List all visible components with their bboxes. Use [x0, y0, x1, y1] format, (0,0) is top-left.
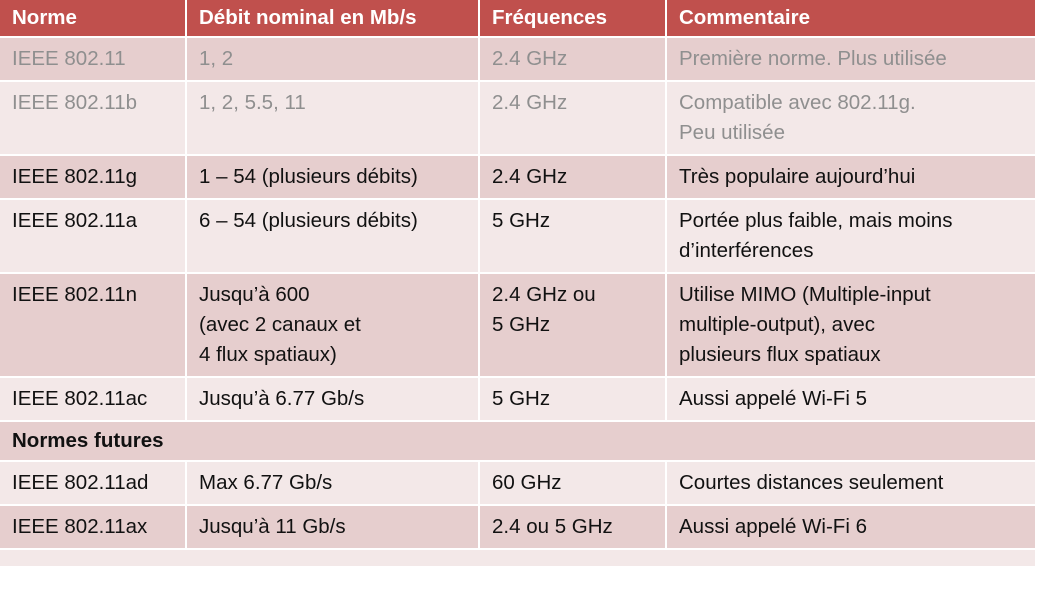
- cell-debit: 1, 2, 5.5, 11: [185, 81, 480, 156]
- cell-frequences-line: 2.4 ou 5 GHz: [492, 515, 613, 538]
- cell-debit-line: 1 – 54 (plusieurs débits): [199, 165, 418, 188]
- cell-frequences-line: 2.4 GHz: [492, 165, 568, 188]
- wifi-standards-table: Norme Débit nominal en Mb/s Fréquences C…: [0, 0, 1035, 550]
- cell-norme: IEEE 802.11g: [0, 155, 187, 200]
- cell-debit-line: 4 flux spatiaux): [199, 343, 337, 366]
- table-row: IEEE 802.11g 1 – 54 (plusieurs débits) 2.4…: [0, 155, 1035, 200]
- cell-commentaire-line: Courtes distances seulement: [679, 471, 944, 494]
- cell-debit: Jusqu’à 11 Gb/s: [185, 505, 480, 550]
- cell-frequences-line: 2.4 GHz: [492, 91, 568, 114]
- cell-commentaire-line: Utilise MIMO (Multiple-input: [679, 283, 931, 306]
- cell-debit-line: 1, 2: [199, 47, 234, 70]
- cell-debit: Jusqu’à 600 (avec 2 canaux et 4 flux spati…: [185, 273, 480, 378]
- cell-debit-line: 1, 2, 5.5, 11: [199, 91, 306, 114]
- cell-commentaire-line: multiple-output), avec: [679, 313, 875, 336]
- cell-frequences: 60 GHz: [478, 461, 667, 506]
- cell-commentaire: Portée plus faible, mais moins d’interfér…: [665, 199, 1035, 274]
- table-row: IEEE 802.11ad Max 6.77 Gb/s 60 GHz Courtes …: [0, 461, 1035, 506]
- cell-debit-line: (avec 2 canaux et: [199, 313, 361, 336]
- cell-frequences-line: 5 GHz: [492, 209, 551, 232]
- cell-commentaire-line: plusieurs flux spatiaux: [679, 343, 881, 366]
- cell-norme: IEEE 802.11n: [0, 273, 187, 378]
- table-row: IEEE 802.11 1, 2 2.4 GHz Première norme. Pl…: [0, 37, 1035, 82]
- cell-frequences-line: 5 GHz: [492, 313, 551, 336]
- header-commentaire: Commentaire: [665, 0, 1035, 38]
- cell-norme: IEEE 802.11b: [0, 81, 187, 156]
- cell-frequences: 2.4 GHz ou 5 GHz: [478, 273, 667, 378]
- table-row: IEEE 802.11ac Jusqu’à 6.77 Gb/s 5 GHz Aussi…: [0, 377, 1035, 422]
- cell-commentaire-line: Première norme. Plus utilisée: [679, 47, 947, 70]
- cell-norme: IEEE 802.11ac: [0, 377, 187, 422]
- cell-frequences: 2.4 ou 5 GHz: [478, 505, 667, 550]
- cell-commentaire-line: Aussi appelé Wi-Fi 6: [679, 515, 867, 538]
- cell-commentaire: Aussi appelé Wi-Fi 5: [665, 377, 1035, 422]
- cell-debit: Max 6.77 Gb/s: [185, 461, 480, 506]
- section-row-future: Normes futures: [0, 421, 1035, 462]
- cell-norme: IEEE 802.11ad: [0, 461, 187, 506]
- cell-frequences: 2.4 GHz: [478, 155, 667, 200]
- cell-frequences: 2.4 GHz: [478, 37, 667, 82]
- cell-frequences: 2.4 GHz: [478, 81, 667, 156]
- cell-norme: IEEE 802.11: [0, 37, 187, 82]
- header-row: Norme Débit nominal en Mb/s Fréquences C…: [0, 0, 1035, 38]
- cell-frequences: 5 GHz: [478, 199, 667, 274]
- cell-debit: 1, 2: [185, 37, 480, 82]
- cell-commentaire: Aussi appelé Wi-Fi 6: [665, 505, 1035, 550]
- cell-debit-line: Jusqu’à 600: [199, 283, 310, 306]
- cell-debit: Jusqu’à 6.77 Gb/s: [185, 377, 480, 422]
- cell-commentaire: Compatible avec 802.11g. Peu utilisée: [665, 81, 1035, 156]
- cell-frequences-line: 60 GHz: [492, 471, 562, 494]
- table-row: IEEE 802.11b 1, 2, 5.5, 11 2.4 GHz Compatib…: [0, 81, 1035, 156]
- cell-commentaire: Première norme. Plus utilisée: [665, 37, 1035, 82]
- cell-commentaire-line: Portée plus faible, mais moins: [679, 209, 953, 232]
- header-frequences: Fréquences: [478, 0, 667, 38]
- cell-debit: 1 – 54 (plusieurs débits): [185, 155, 480, 200]
- section-label: Normes futures: [0, 421, 1035, 462]
- header-norme: Norme: [0, 0, 187, 38]
- table-bottom-band: [0, 550, 1035, 566]
- cell-debit-line: Jusqu’à 6.77 Gb/s: [199, 387, 365, 410]
- cell-norme: IEEE 802.11ax: [0, 505, 187, 550]
- table-row: IEEE 802.11ax Jusqu’à 11 Gb/s 2.4 ou 5 GHz…: [0, 505, 1035, 550]
- cell-commentaire-line: Peu utilisée: [679, 121, 785, 144]
- table-row: IEEE 802.11n Jusqu’à 600 (avec 2 canaux et…: [0, 273, 1035, 378]
- cell-commentaire-line: Compatible avec 802.11g.: [679, 91, 916, 114]
- cell-commentaire-line: Aussi appelé Wi-Fi 5: [679, 387, 867, 410]
- cell-debit: 6 – 54 (plusieurs débits): [185, 199, 480, 274]
- header-debit: Débit nominal en Mb/s: [185, 0, 480, 38]
- table-header: Norme Débit nominal en Mb/s Fréquences C…: [0, 0, 1035, 38]
- cell-norme: IEEE 802.11a: [0, 199, 187, 274]
- cell-debit-line: 6 – 54 (plusieurs débits): [199, 209, 418, 232]
- cell-frequences-line: 2.4 GHz: [492, 47, 568, 70]
- cell-commentaire: Courtes distances seulement: [665, 461, 1035, 506]
- cell-commentaire-line: Très populaire aujourd’hui: [679, 165, 916, 188]
- cell-commentaire: Très populaire aujourd’hui: [665, 155, 1035, 200]
- cell-frequences: 5 GHz: [478, 377, 667, 422]
- cell-frequences-line: 5 GHz: [492, 387, 551, 410]
- table-row: IEEE 802.11a 6 – 54 (plusieurs débits) 5 G…: [0, 199, 1035, 274]
- cell-debit-line: Max 6.77 Gb/s: [199, 471, 333, 494]
- cell-debit-line: Jusqu’à 11 Gb/s: [199, 515, 346, 538]
- cell-commentaire: Utilise MIMO (Multiple-input multiple-out…: [665, 273, 1035, 378]
- cell-frequences-line: 2.4 GHz ou: [492, 283, 596, 306]
- cell-commentaire-line: d’interférences: [679, 239, 814, 262]
- table-body: IEEE 802.11 1, 2 2.4 GHz Première norme. Pl…: [0, 37, 1035, 550]
